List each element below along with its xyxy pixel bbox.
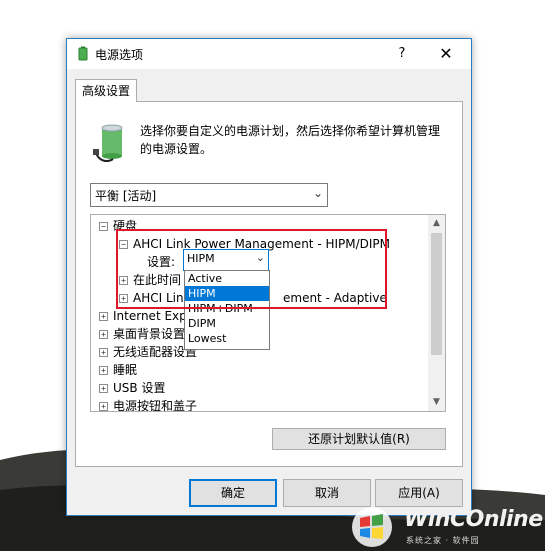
expand-icon[interactable]: + bbox=[119, 276, 128, 285]
dropdown-option-lowest[interactable]: Lowest bbox=[185, 331, 269, 346]
tree-item-sleep[interactable]: + 睡眠 bbox=[99, 361, 137, 379]
tree-item-power-buttons-lid[interactable]: + 电源按钮和盖子 bbox=[99, 397, 198, 412]
collapse-icon[interactable]: − bbox=[99, 222, 108, 231]
scroll-thumb[interactable] bbox=[431, 233, 442, 355]
close-icon[interactable]: ✕ bbox=[431, 41, 461, 67]
tab-advanced-settings[interactable]: 高级设置 bbox=[75, 79, 137, 102]
power-options-icon bbox=[78, 46, 88, 61]
tree-item-desktop-background[interactable]: + 桌面背景设置 bbox=[99, 325, 185, 343]
tree-item-label: 睡眠 bbox=[113, 363, 138, 377]
tree-item-turn-off-after[interactable]: + 在此时间 bbox=[119, 271, 181, 289]
expand-icon[interactable]: + bbox=[99, 330, 108, 339]
tree-item-label: 电源按钮和盖子 bbox=[113, 399, 198, 412]
tree-item-usb-settings[interactable]: + USB 设置 bbox=[99, 379, 165, 397]
expand-icon[interactable]: + bbox=[99, 384, 108, 393]
description-text: 选择你要自定义的电源计划，然后选择你希望计算机管理的电源设置。 bbox=[140, 124, 441, 156]
tree-item-wireless-adapter[interactable]: + 无线适配器设置 bbox=[99, 343, 197, 361]
expand-icon[interactable]: + bbox=[99, 348, 108, 357]
battery-icon bbox=[93, 124, 123, 162]
tree-item-setting-label: 设置: bbox=[147, 255, 176, 269]
collapse-icon[interactable]: − bbox=[119, 240, 128, 249]
power-plan-select[interactable]: 平衡 [活动] ⌄ bbox=[90, 183, 328, 207]
setting-dropdown-list[interactable]: Active HIPM HIPM+DIPM DIPM Lowest bbox=[184, 270, 270, 350]
expand-icon[interactable]: + bbox=[119, 294, 128, 303]
chevron-down-icon: ⌄ bbox=[255, 251, 265, 264]
tree-item-label: 在此时间 bbox=[133, 273, 182, 287]
dropdown-option-hipm-dipm[interactable]: HIPM+DIPM bbox=[185, 301, 269, 316]
ok-button[interactable]: 确定 bbox=[189, 479, 277, 507]
dropdown-option-active[interactable]: Active bbox=[185, 271, 269, 286]
dialog-title: 电源选项 bbox=[95, 48, 144, 62]
tree-item-hard-disk[interactable]: − 硬盘 bbox=[99, 217, 137, 235]
scroll-up-icon[interactable]: ▲ bbox=[428, 215, 445, 232]
chevron-down-icon: ⌄ bbox=[312, 186, 323, 200]
tree-scrollbar[interactable]: ▲ ▼ bbox=[428, 215, 445, 411]
windows-logo-icon bbox=[352, 507, 392, 547]
watermark: WinCOnline 系统之家 · 软件园 bbox=[346, 504, 543, 549]
watermark-subtext: 系统之家 · 软件园 bbox=[406, 536, 480, 545]
tree-item-label-tail: ement - Adaptive bbox=[283, 291, 387, 305]
cancel-button[interactable]: 取消 bbox=[283, 479, 371, 507]
tree-item-label: USB 设置 bbox=[113, 381, 166, 395]
apply-button[interactable]: 应用(A) bbox=[375, 479, 463, 507]
expand-icon[interactable]: + bbox=[99, 402, 108, 411]
title-bar: 电源选项 ? ✕ bbox=[67, 39, 471, 69]
dropdown-option-dipm[interactable]: DIPM bbox=[185, 316, 269, 331]
tree-item-ahci-adaptive[interactable]: + AHCI Lin ement - Adaptive bbox=[119, 289, 387, 307]
restore-defaults-button[interactable]: 还原计划默认值(R) bbox=[272, 428, 446, 450]
scroll-down-icon[interactable]: ▼ bbox=[428, 394, 445, 411]
setting-combo[interactable]: HIPM ⌄ bbox=[183, 249, 269, 271]
dropdown-option-hipm[interactable]: HIPM bbox=[185, 286, 269, 301]
power-plan-value: 平衡 [活动] bbox=[95, 189, 157, 203]
tree-item-label: AHCI Lin bbox=[133, 291, 184, 305]
tree-item-label: 桌面背景设置 bbox=[113, 327, 186, 341]
watermark-text: WinCOnline bbox=[404, 507, 543, 532]
help-icon[interactable]: ? bbox=[389, 41, 415, 67]
expand-icon[interactable]: + bbox=[99, 312, 108, 321]
tree-item-label: 硬盘 bbox=[113, 219, 138, 233]
expand-icon[interactable]: + bbox=[99, 366, 108, 375]
tree-item-internet-explorer[interactable]: + Internet Explo bbox=[99, 307, 197, 325]
setting-combo-value: HIPM bbox=[187, 252, 215, 265]
